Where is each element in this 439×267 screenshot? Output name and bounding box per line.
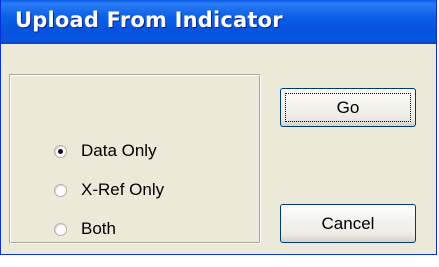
dialog-body: Data Only X-Ref Only Both Go Cancel: [1, 44, 436, 254]
radio-option-both[interactable]: Both: [54, 217, 116, 241]
radio-option-data-only[interactable]: Data Only: [54, 139, 157, 163]
go-button[interactable]: Go: [280, 88, 416, 127]
radio-label-data-only: Data Only: [81, 141, 157, 160]
upload-options-group: Data Only X-Ref Only Both: [9, 74, 261, 244]
window-title: Upload From Indicator: [15, 8, 283, 32]
radio-label-xref-only: X-Ref Only: [81, 180, 165, 199]
title-bar[interactable]: Upload From Indicator: [1, 0, 436, 44]
cancel-button-label: Cancel: [321, 213, 375, 233]
cancel-button[interactable]: Cancel: [280, 204, 416, 243]
radio-button-unchecked[interactable]: [54, 222, 67, 236]
radio-option-xref-only[interactable]: X-Ref Only: [54, 178, 164, 202]
radio-button-checked[interactable]: [54, 144, 67, 158]
dialog-window: Upload From Indicator Data Only X-Ref On…: [0, 0, 437, 255]
radio-button-unchecked[interactable]: [54, 183, 67, 197]
radio-label-both: Both: [81, 219, 116, 238]
go-button-label: Go: [336, 97, 360, 117]
